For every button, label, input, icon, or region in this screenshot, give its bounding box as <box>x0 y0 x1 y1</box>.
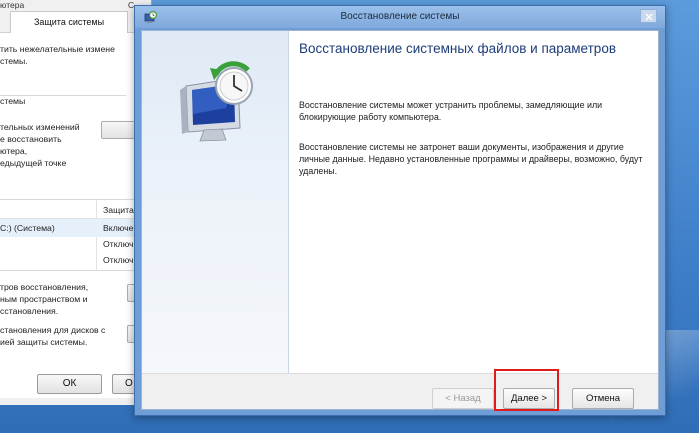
create-text-line: становления для дисков с <box>0 325 106 335</box>
tab-strip: ютера С Защита системы <box>0 0 151 33</box>
table-cell-status: Отключ <box>103 255 134 265</box>
restore-text-line: едыдущей точке <box>0 158 67 168</box>
description-paragraph-1: Восстановление системы может устранить п… <box>299 100 603 122</box>
intro-text-line: стемы. <box>0 56 28 66</box>
configure-text-line: ным пространством и <box>0 294 88 304</box>
close-button[interactable] <box>640 9 657 23</box>
page-heading: Восстановление системных файлов и параме… <box>299 41 616 56</box>
table-cell-drive: С:) (Система) <box>0 223 55 233</box>
system-restore-monitor-clock-icon <box>180 61 253 142</box>
ok-button[interactable]: ОК <box>37 374 102 394</box>
system-restore-window: Восстановление системы Восстановление си… <box>134 5 666 416</box>
system-properties-dialog: ютера С Защита системы тить нежелательны… <box>0 0 152 405</box>
title-bar[interactable]: Восстановление системы <box>135 6 665 28</box>
restore-text-line: е восстановить <box>0 134 62 144</box>
system-restore-button[interactable] <box>101 121 138 139</box>
window-title: Восстановление системы <box>340 11 460 22</box>
cancel-button[interactable]: Отмена <box>572 388 634 409</box>
table-cell-status: Включе <box>103 223 134 233</box>
side-banner <box>142 31 289 373</box>
close-icon <box>645 13 653 21</box>
restore-text-line: тельных изменений <box>0 122 80 132</box>
system-protection-panel: тить нежелательные измене стемы. стемы т… <box>0 33 141 398</box>
configure-text-line: тров восстановления, <box>0 282 89 292</box>
tab-computer-name[interactable]: ютера <box>0 0 24 10</box>
configure-text-line: сстановления. <box>0 306 59 316</box>
intro-text-line: тить нежелательные измене <box>0 44 115 54</box>
description-paragraph-2: Восстановление системы не затронет ваши … <box>299 142 643 176</box>
restore-group-title: стемы <box>0 96 26 106</box>
back-button[interactable]: < Назад <box>432 388 494 409</box>
table-cell-status: Отключ <box>103 239 134 249</box>
create-text-line: ией защиты системы. <box>0 337 88 347</box>
drives-table: Защита С:) (Система) Включе Отключ Отклю… <box>0 199 138 271</box>
tab-system-protection[interactable]: Защита системы <box>10 11 128 33</box>
restore-text-line: ютера, <box>0 146 28 156</box>
wizard-client-area: Восстановление системных файлов и параме… <box>141 30 659 410</box>
next-button[interactable]: Далее > <box>503 388 555 409</box>
column-header-protection[interactable]: Защита <box>103 204 134 216</box>
wizard-footer: < Назад Далее > Отмена <box>142 373 658 409</box>
